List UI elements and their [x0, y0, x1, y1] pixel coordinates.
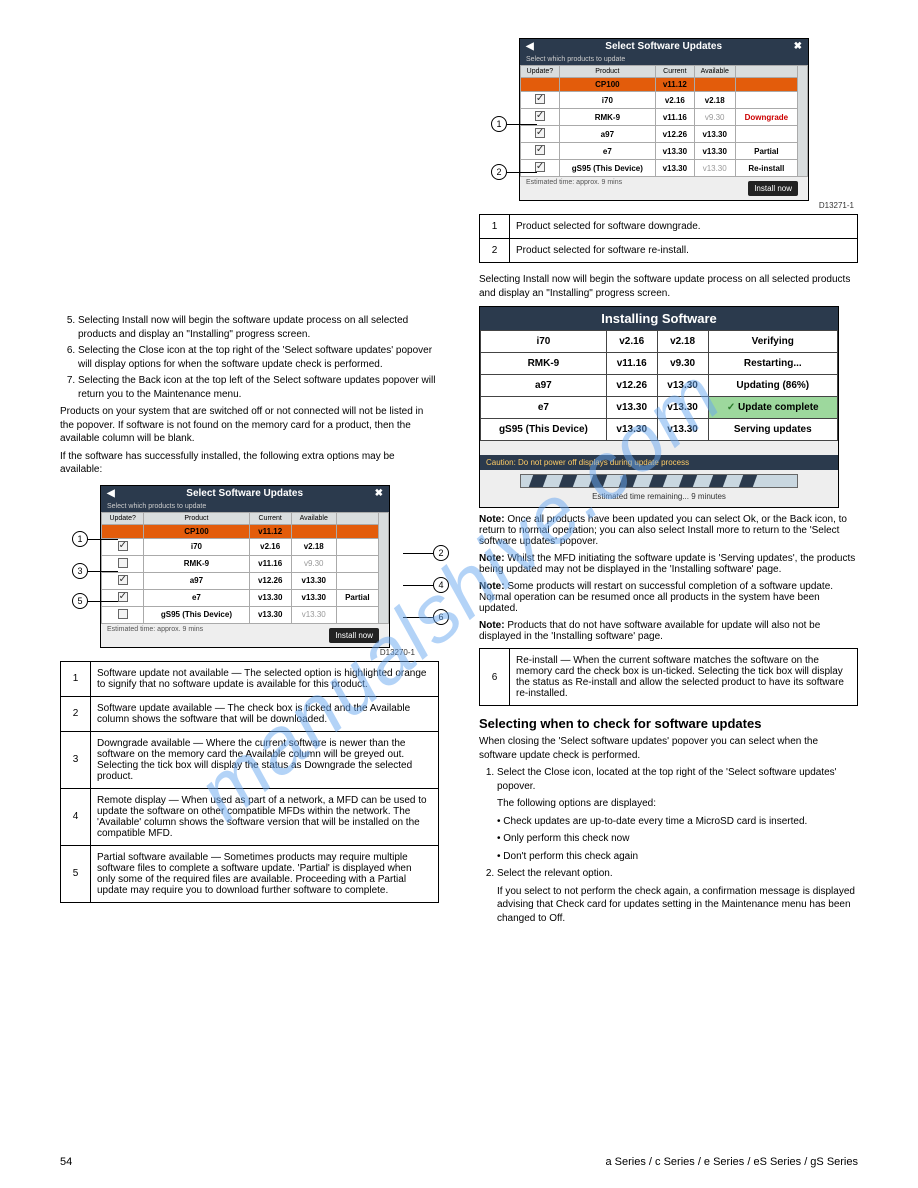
- status-complete: ✓ Update complete: [708, 397, 837, 419]
- note: Note: Products that do not have software…: [479, 620, 858, 642]
- step: Selecting the Close icon at the top righ…: [78, 344, 439, 371]
- checkbox[interactable]: [118, 558, 128, 568]
- step: Select the relevant option. If you selec…: [497, 867, 858, 925]
- legend-item: Product selected for software downgrade.: [510, 215, 858, 239]
- paragraph: When closing the 'Select software update…: [479, 735, 858, 762]
- status: Updating (86%): [708, 375, 837, 397]
- col-current: Current: [249, 512, 291, 524]
- dialog-subtitle: Select which products to update: [101, 501, 389, 512]
- checkbox[interactable]: [535, 162, 545, 172]
- legend-table-2: 1Software update not available — The sel…: [60, 661, 439, 903]
- status: Serving updates: [708, 419, 837, 441]
- legend-item: Partial software available — Sometimes p…: [91, 845, 439, 902]
- checkbox[interactable]: [118, 609, 128, 619]
- dialog-title: Installing Software: [480, 307, 838, 330]
- legend-table-1: 1Product selected for software downgrade…: [479, 214, 858, 263]
- status: Verifying: [708, 331, 837, 353]
- paragraph: Selecting Install now will begin the sof…: [479, 273, 858, 300]
- legend-table-2b: 6Re-install — When the current software …: [479, 648, 858, 706]
- callout-2: 2: [433, 545, 449, 561]
- note: Note: Some products will restart on succ…: [479, 581, 858, 614]
- scrollbar[interactable]: [379, 512, 389, 623]
- footer-text: a Series / c Series / e Series / eS Seri…: [606, 1156, 859, 1168]
- checkbox[interactable]: [535, 94, 545, 104]
- step: Select the Close icon, located at the to…: [497, 766, 858, 863]
- status: Restarting...: [708, 353, 837, 375]
- caution-text: Caution: Do not power off displays durin…: [480, 455, 838, 470]
- callout-4: 4: [433, 577, 449, 593]
- close-icon[interactable]: ✖: [375, 488, 383, 499]
- step: Selecting the Back icon at the top left …: [78, 374, 439, 401]
- install-now-button[interactable]: Install now: [748, 181, 798, 196]
- checkbox[interactable]: [118, 575, 128, 585]
- subhead: If the software has successfully install…: [60, 450, 439, 477]
- callout-1: 1: [491, 116, 507, 132]
- checkbox[interactable]: [535, 128, 545, 138]
- checkbox[interactable]: [118, 541, 128, 551]
- legend-item: Re-install — When the current software m…: [510, 649, 858, 706]
- note: Note: Once all products have been update…: [479, 514, 858, 547]
- figure-ref: D13271-1: [519, 201, 858, 210]
- col-product: Product: [144, 512, 249, 524]
- callout-3: 3: [72, 563, 88, 579]
- heading: Selecting when to check for software upd…: [479, 716, 858, 731]
- dialog-title: Select Software Updates: [534, 41, 794, 52]
- installing-software-dialog: Installing Software i70v2.16v2.18Verifyi…: [479, 306, 839, 508]
- dialog-subtitle: Select which products to update: [520, 54, 808, 65]
- select-updates-dialog-2: ◀ Select Software Updates ✖ Select which…: [100, 485, 390, 648]
- legend-item: Remote display — When used as part of a …: [91, 788, 439, 845]
- col-available: Available: [291, 512, 336, 524]
- scrollbar[interactable]: [798, 66, 808, 177]
- select-updates-dialog-1: ◀ Select Software Updates ✖ Select which…: [519, 38, 809, 201]
- row-product: CP100: [144, 524, 249, 538]
- legend-item: Downgrade available — Where the current …: [91, 731, 439, 788]
- legend-item: Software update not available — The sele…: [91, 661, 439, 696]
- step: Selecting Install now will begin the sof…: [78, 314, 439, 341]
- progress-bar: [520, 474, 798, 488]
- back-icon[interactable]: ◀: [526, 41, 534, 52]
- estimated-remaining: Estimated time remaining... 9 minutes: [480, 490, 838, 507]
- callout-5: 5: [72, 593, 88, 609]
- callout-2: 2: [491, 164, 507, 180]
- close-icon[interactable]: ✖: [794, 41, 802, 52]
- estimated-time: Estimated time: approx. 9 mins: [526, 179, 622, 186]
- page-number: 54: [60, 1156, 72, 1168]
- checkbox[interactable]: [118, 592, 128, 602]
- legend-item: Software update available — The check bo…: [91, 696, 439, 731]
- col-update: Update?: [102, 512, 144, 524]
- figure-ref: D13270-1: [100, 648, 419, 657]
- dialog-title: Select Software Updates: [115, 488, 375, 499]
- note-text: Products on your system that are switche…: [60, 405, 439, 446]
- legend-item: Product selected for software re-install…: [510, 239, 858, 263]
- note: Note: Whilst the MFD initiating the soft…: [479, 553, 858, 575]
- install-now-button[interactable]: Install now: [329, 628, 379, 643]
- col-status: [336, 512, 378, 524]
- check-icon: ✓: [727, 402, 735, 413]
- checkbox[interactable]: [535, 145, 545, 155]
- back-icon[interactable]: ◀: [107, 488, 115, 499]
- callout-1: 1: [72, 531, 88, 547]
- callout-6: 6: [433, 609, 449, 625]
- estimated-time: Estimated time: approx. 9 mins: [107, 626, 203, 633]
- checkbox[interactable]: [535, 111, 545, 121]
